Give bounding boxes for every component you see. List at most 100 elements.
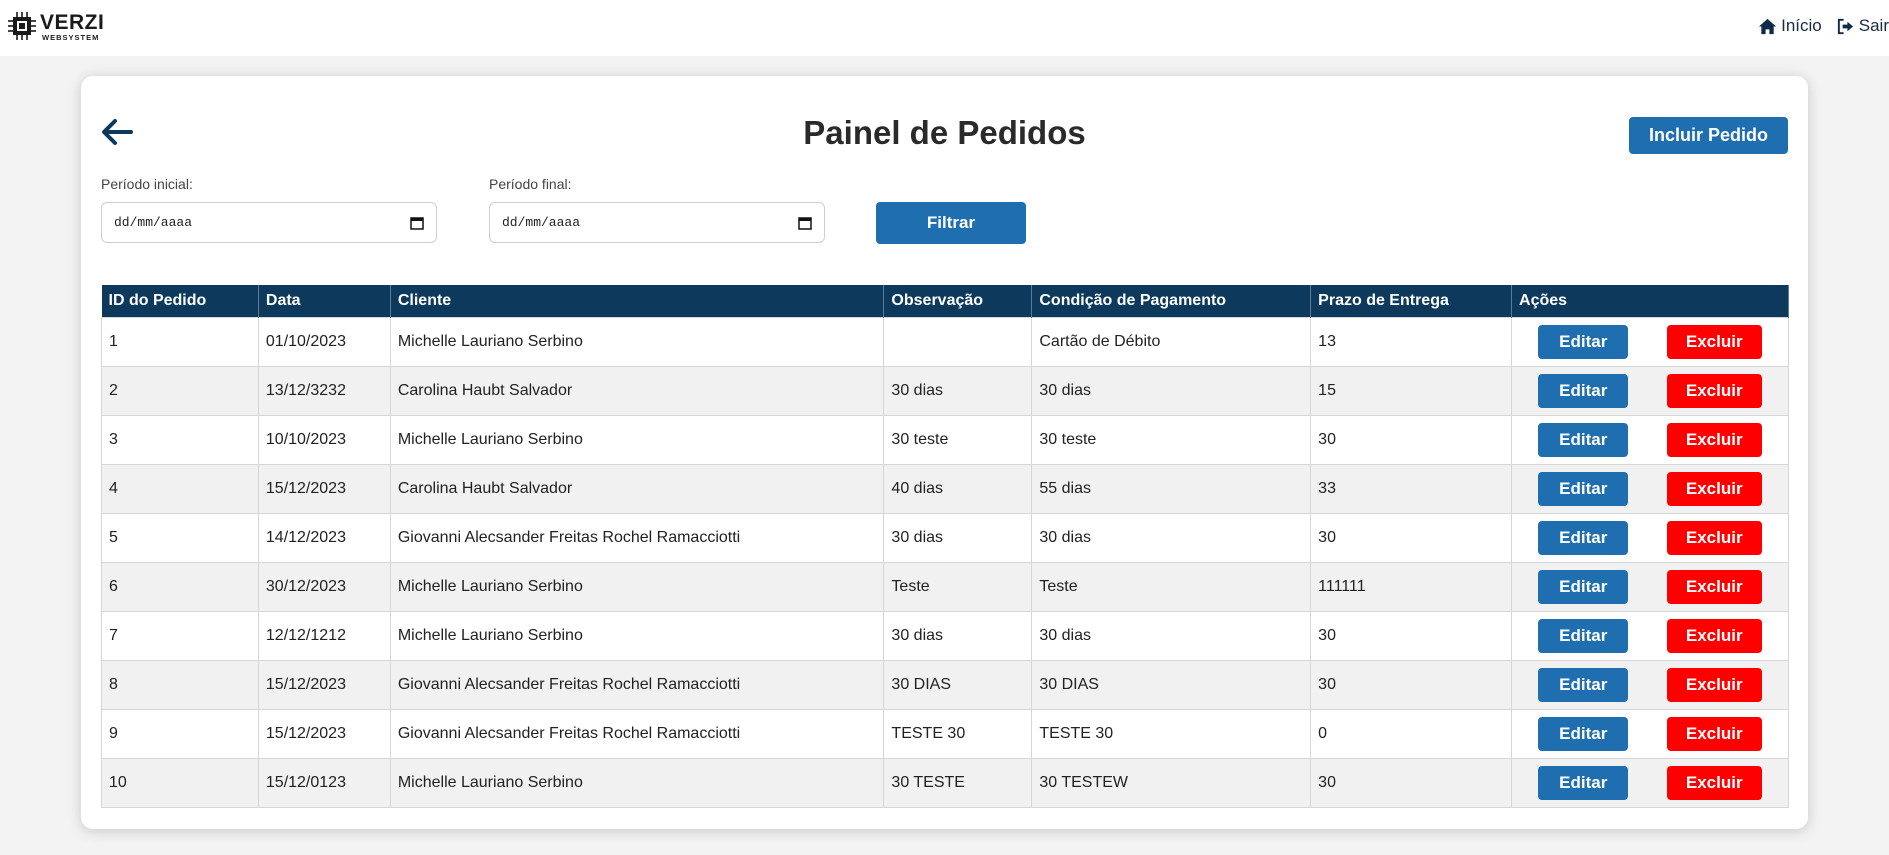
delete-button[interactable]: Excluir [1666,423,1762,457]
order-date-cell: 15/12/2023 [257,709,391,759]
delete-button[interactable]: Excluir [1666,521,1762,555]
home-icon [1759,18,1777,34]
row-actions: Editar Excluir [1519,717,1781,751]
delete-button[interactable]: Excluir [1666,374,1762,408]
delete-button[interactable]: Excluir [1666,717,1762,751]
orders-panel: Painel de Pedidos Incluir Pedido Período… [81,76,1808,829]
client-cell: Michelle Lauriano Serbino [389,611,885,661]
payment-condition-cell: TESTE 30 [1031,709,1312,759]
delete-button[interactable]: Excluir [1666,619,1762,653]
column-header: ID do Pedido [101,285,259,318]
nav-logout-link[interactable]: Sair [1836,16,1889,36]
client-cell: Carolina Haubt Salvador [389,464,885,514]
edit-button[interactable]: Editar [1538,325,1629,359]
payment-condition-cell: 30 teste [1031,415,1312,465]
calendar-icon[interactable] [410,216,424,230]
actions-cell: Editar Excluir [1511,562,1789,612]
table-row: 1 01/10/2023 Michelle Lauriano Serbino Cart… [101,317,1789,367]
add-order-button[interactable]: Incluir Pedido [1629,117,1788,154]
delivery-term-cell: 30 [1310,758,1513,808]
edit-button[interactable]: Editar [1538,472,1629,506]
edit-button[interactable]: Editar [1538,570,1629,604]
observation-cell: 30 dias [883,513,1033,563]
nav-home-link[interactable]: Início [1758,16,1822,36]
start-date-label: Período inicial: [101,176,193,192]
actions-cell: Editar Excluir [1511,464,1789,514]
client-cell: Giovanni Alecsander Freitas Rochel Ramac… [389,660,885,710]
actions-cell: Editar Excluir [1511,758,1789,808]
order-id-cell: 9 [101,709,259,759]
actions-cell: Editar Excluir [1511,513,1789,563]
order-date-cell: 13/12/3232 [257,366,391,416]
order-id-cell: 3 [101,415,259,465]
actions-cell: Editar Excluir [1511,611,1789,661]
table-row: 6 30/12/2023 Michelle Lauriano Serbino Test… [101,562,1789,612]
table-row: 9 15/12/2023 Giovanni Alecsander Freitas R… [101,709,1789,759]
page-title: Painel de Pedidos [803,114,1086,151]
row-actions: Editar Excluir [1519,570,1781,604]
column-header: Data [258,285,391,318]
top-navbar: VERZI WEBSYSTEM Início Sair [0,0,1889,56]
delete-button[interactable]: Excluir [1666,472,1762,506]
actions-cell: Editar Excluir [1511,366,1789,416]
column-header: Cliente [390,285,885,318]
edit-button[interactable]: Editar [1538,374,1629,408]
delivery-term-cell: 13 [1310,317,1513,367]
table-row: 3 10/10/2023 Michelle Lauriano Serbino 30 t… [101,415,1789,465]
order-id-cell: 5 [101,513,259,563]
payment-condition-cell: Cartão de Débito [1031,317,1312,367]
delete-button[interactable]: Excluir [1666,766,1762,800]
end-date-value: dd/mm/aaaa [502,215,581,230]
payment-condition-cell: 30 TESTEW [1031,758,1312,808]
row-actions: Editar Excluir [1519,668,1781,702]
actions-cell: Editar Excluir [1511,317,1789,367]
observation-cell [883,317,1033,367]
table-row: 8 15/12/2023 Giovanni Alecsander Freitas R… [101,660,1789,710]
edit-button[interactable]: Editar [1538,717,1629,751]
app-logo[interactable]: VERZI WEBSYSTEM [8,12,104,42]
order-id-cell: 4 [101,464,259,514]
calendar-icon[interactable] [798,216,812,230]
row-actions: Editar Excluir [1519,472,1781,506]
payment-condition-cell: 55 dias [1031,464,1312,514]
observation-cell: TESTE 30 [883,709,1033,759]
order-id-cell: 1 [101,317,259,367]
order-date-cell: 30/12/2023 [257,562,391,612]
actions-cell: Editar Excluir [1511,660,1789,710]
delivery-term-cell: 33 [1310,464,1513,514]
observation-cell: 30 DIAS [883,660,1033,710]
filter-button[interactable]: Filtrar [876,202,1026,244]
end-date-input[interactable]: dd/mm/aaaa [489,202,825,243]
row-actions: Editar Excluir [1519,521,1781,555]
row-actions: Editar Excluir [1519,374,1781,408]
order-id-cell: 10 [101,758,259,808]
table-row: 4 15/12/2023 Carolina Haubt Salvador 40 dia… [101,464,1789,514]
payment-condition-cell: 30 dias [1031,611,1312,661]
top-nav: Início Sair [1758,16,1889,36]
order-date-cell: 12/12/1212 [257,611,391,661]
edit-button[interactable]: Editar [1538,423,1629,457]
observation-cell: 30 dias [883,611,1033,661]
edit-button[interactable]: Editar [1538,619,1629,653]
observation-cell: 40 dias [883,464,1033,514]
order-date-cell: 15/12/2023 [257,464,391,514]
nav-logout-label: Sair [1858,16,1889,35]
delete-button[interactable]: Excluir [1666,668,1762,702]
observation-cell: Teste [883,562,1033,612]
row-actions: Editar Excluir [1519,766,1781,800]
edit-button[interactable]: Editar [1538,668,1629,702]
delete-button[interactable]: Excluir [1666,325,1762,359]
client-cell: Michelle Lauriano Serbino [389,758,885,808]
delete-button[interactable]: Excluir [1666,570,1762,604]
edit-button[interactable]: Editar [1538,766,1629,800]
client-cell: Michelle Lauriano Serbino [389,415,885,465]
start-date-input[interactable]: dd/mm/aaaa [101,202,437,243]
order-date-cell: 15/12/2023 [257,660,391,710]
logo-subtitle: WEBSYSTEM [42,33,100,42]
actions-cell: Editar Excluir [1511,415,1789,465]
edit-button[interactable]: Editar [1538,521,1629,555]
observation-cell: 30 dias [883,366,1033,416]
column-header: Observação [883,285,1033,318]
table-row: 5 14/12/2023 Giovanni Alecsander Freitas R… [101,513,1789,563]
delivery-term-cell: 15 [1310,366,1513,416]
